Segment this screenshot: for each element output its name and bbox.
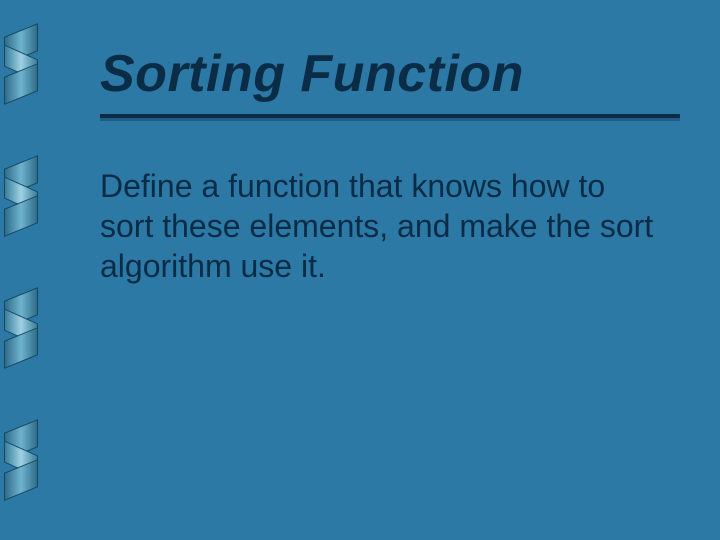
ribbon-icon: [4, 294, 38, 364]
slide-body-text: Define a function that knows how to sort…: [100, 166, 660, 286]
ribbon-icon: [4, 426, 38, 496]
slide-title: Sorting Function: [100, 44, 524, 110]
body-area: Define a function that knows how to sort…: [100, 166, 660, 286]
left-ribbon-decoration: [0, 0, 50, 540]
title-area: Sorting Function: [100, 44, 680, 110]
title-underline: [100, 114, 680, 118]
ribbon-icon: [4, 162, 38, 232]
ribbon-icon: [4, 30, 38, 100]
slide: Sorting Function Define a function that …: [0, 0, 720, 540]
